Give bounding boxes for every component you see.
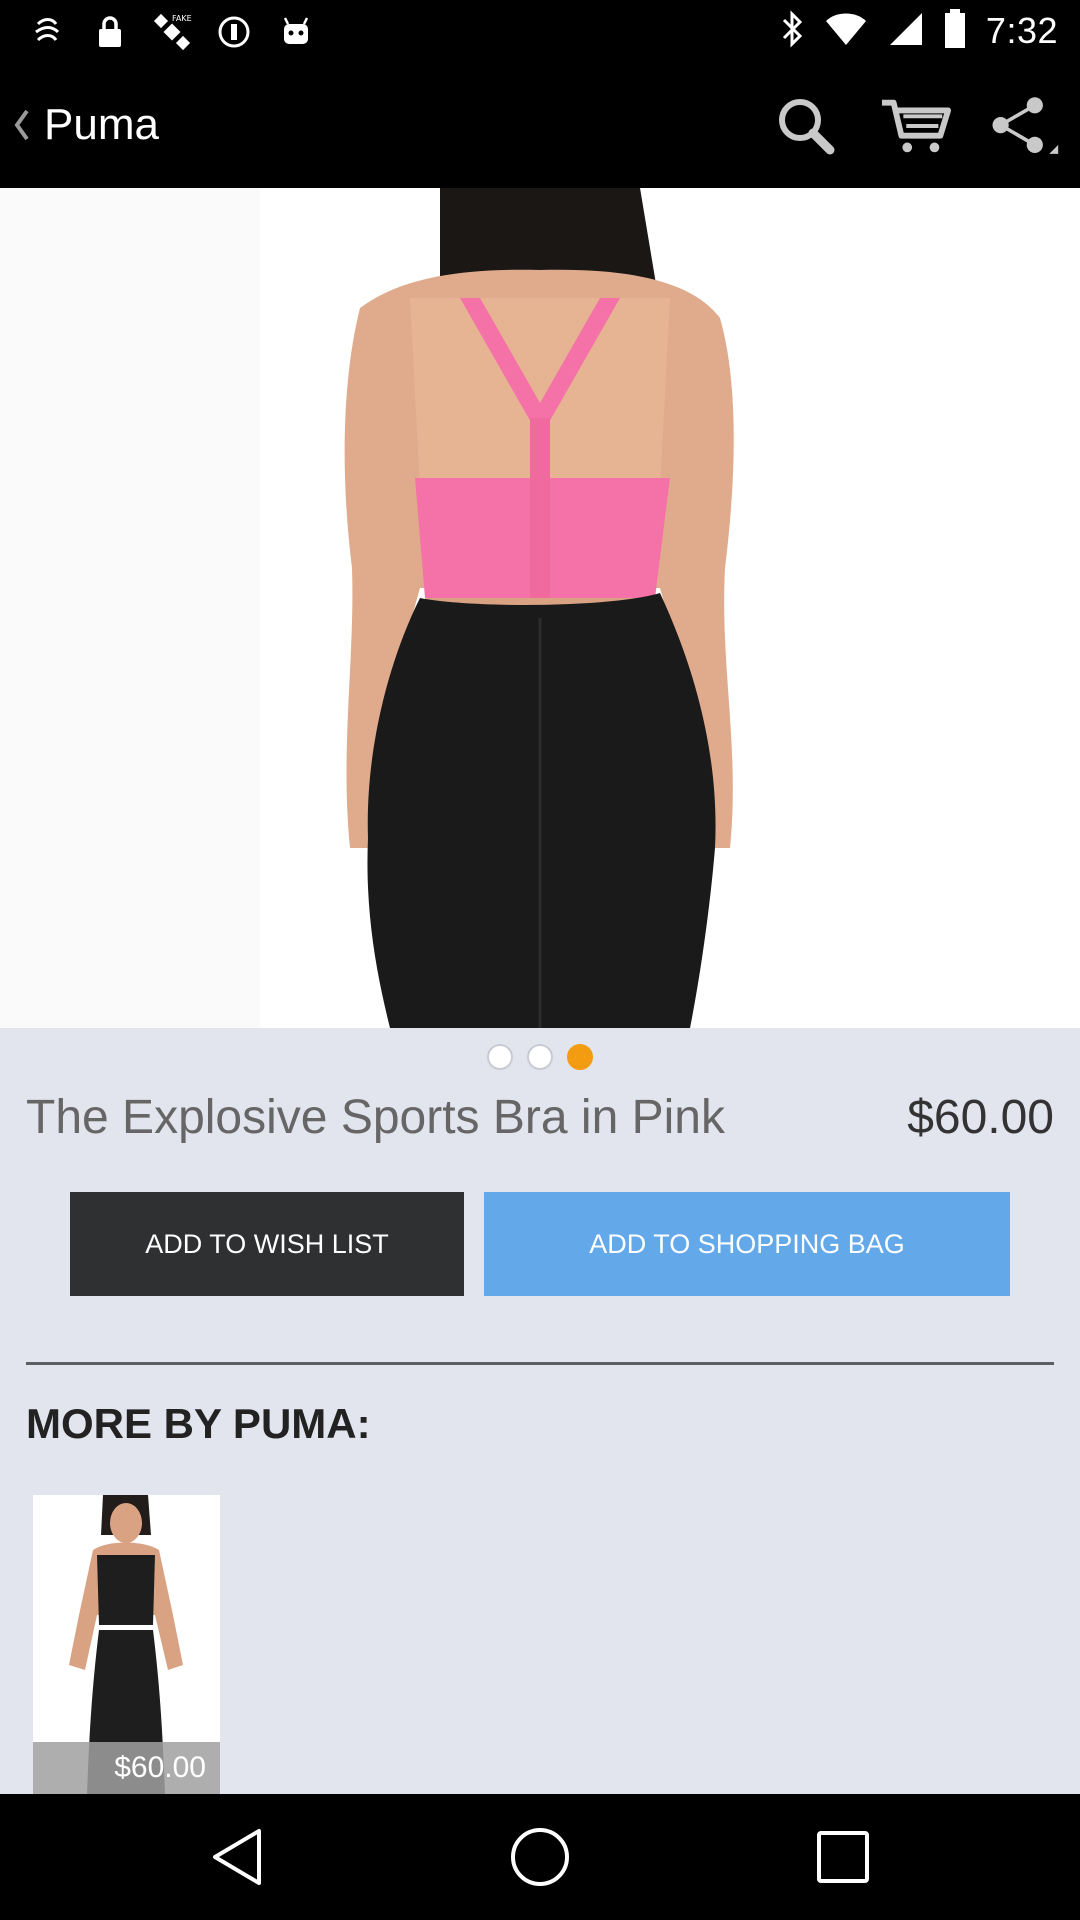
divider: [26, 1362, 1054, 1365]
add-to-wish-list-button[interactable]: ADD TO WISH LIST: [70, 1192, 464, 1296]
bluetooth-icon: [780, 9, 804, 53]
home-nav-icon[interactable]: [505, 1822, 575, 1892]
lock-icon: [90, 12, 130, 52]
cart-icon[interactable]: [880, 90, 952, 162]
page-title: Puma: [44, 100, 159, 149]
product-price: $60.00: [907, 1091, 1054, 1144]
recents-nav-icon[interactable]: [808, 1822, 878, 1892]
status-time: 7:32: [985, 10, 1058, 51]
android-icon: [276, 12, 316, 52]
carousel-indicator: [0, 1044, 1080, 1070]
notification-icon: [28, 12, 68, 52]
svg-text:FAKE: FAKE: [172, 14, 192, 23]
carousel-dot[interactable]: [487, 1044, 513, 1070]
status-bar-system: 7:32: [780, 8, 1058, 54]
carousel-dot[interactable]: [527, 1044, 553, 1070]
product-name: The Explosive Sports Bra in Pink: [26, 1091, 725, 1144]
battery-icon: [944, 8, 966, 54]
search-icon[interactable]: [770, 90, 842, 162]
share-icon[interactable]: [988, 90, 1060, 162]
related-product-card[interactable]: $60.00: [33, 1495, 220, 1794]
back-button[interactable]: Puma: [6, 86, 159, 164]
sync-icon: [214, 12, 254, 52]
add-to-shopping-bag-button[interactable]: ADD TO SHOPPING BAG: [484, 1192, 1010, 1296]
navigation-bar: [0, 1794, 1080, 1920]
chevron-left-icon: [6, 105, 36, 145]
wifi-icon: [824, 11, 868, 52]
status-bar-notifications: FAKE: [28, 10, 316, 54]
product-photo: [0, 188, 1080, 1028]
action-bar: Puma: [0, 62, 1080, 188]
status-bar: FAKE 7:32: [0, 0, 1080, 62]
signal-icon: [888, 11, 924, 52]
back-nav-icon[interactable]: [202, 1822, 272, 1892]
fake-gps-icon: FAKE: [152, 12, 192, 52]
related-product-price: $60.00: [33, 1742, 220, 1794]
more-by-brand-title: MORE BY PUMA:: [26, 1400, 371, 1447]
product-details: The Explosive Sports Bra in Pink $60.00 …: [0, 1028, 1080, 1794]
product-image[interactable]: [0, 188, 1080, 1028]
carousel-dot-active[interactable]: [567, 1044, 593, 1070]
